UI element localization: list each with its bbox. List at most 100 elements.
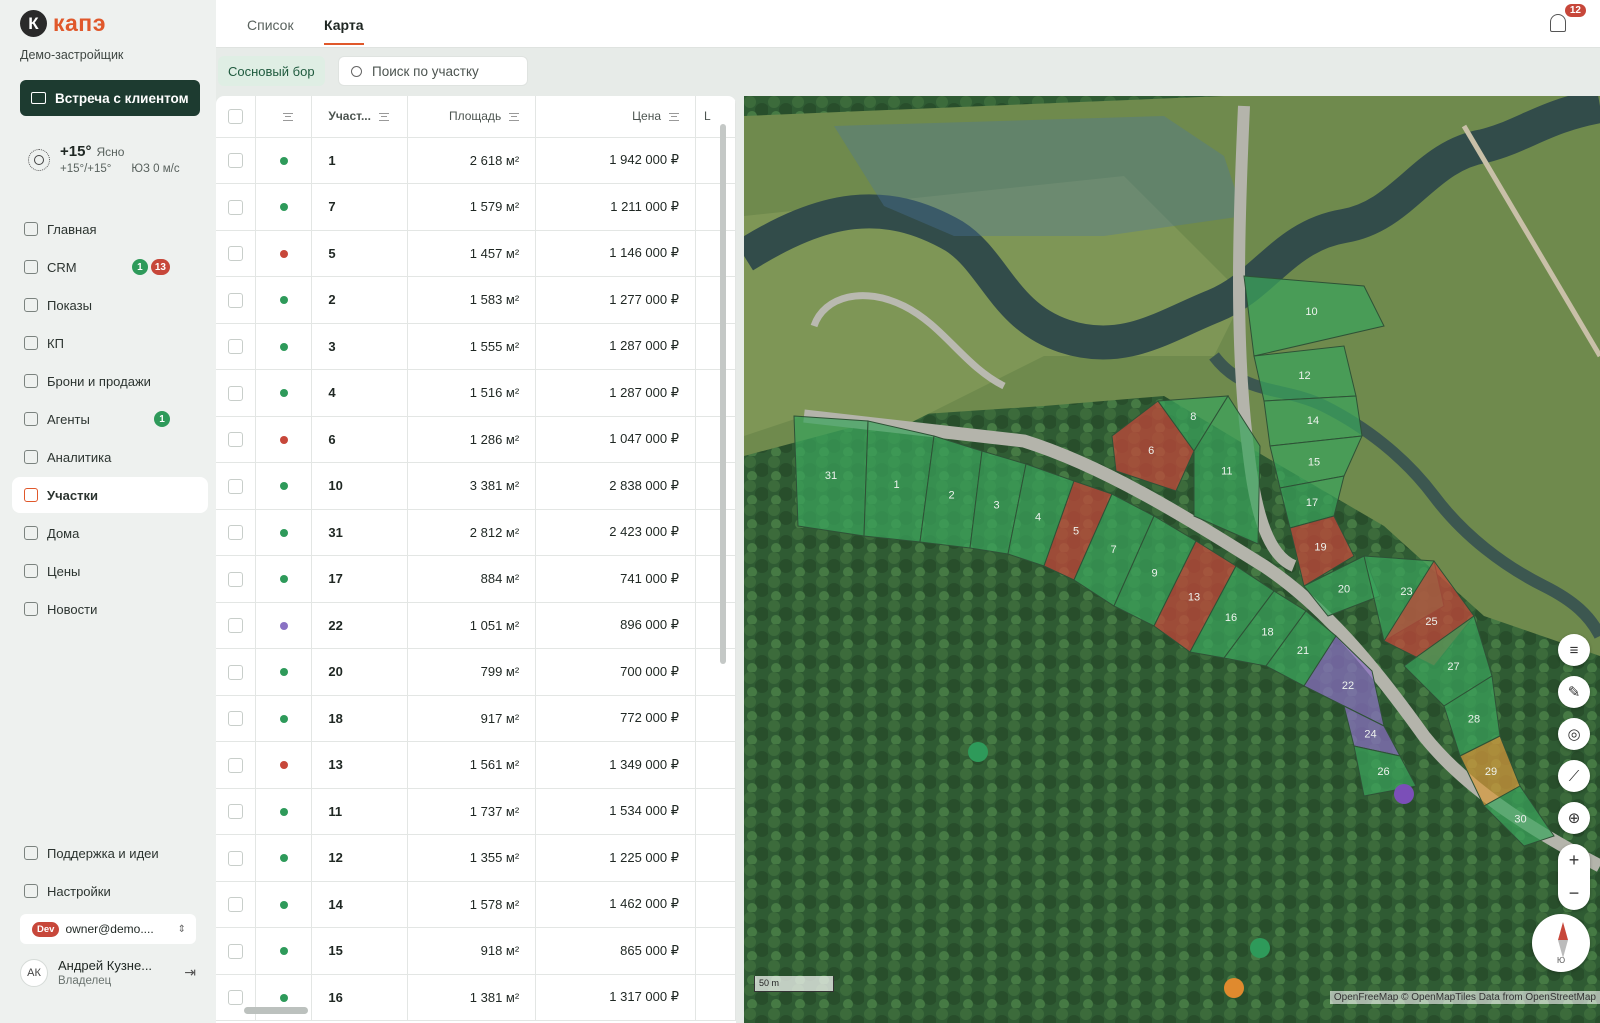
- account-select[interactable]: Dev owner@demo.... ⇕: [20, 914, 196, 944]
- row-checkbox[interactable]: [228, 664, 244, 680]
- filter-icon[interactable]: [509, 113, 520, 122]
- row-select-cell[interactable]: [216, 462, 257, 510]
- row-checkbox[interactable]: [228, 199, 244, 215]
- table-row[interactable]: 12 618 м² 1 942 000 ₽: [216, 137, 736, 184]
- row-select-cell[interactable]: [216, 323, 257, 370]
- layers-icon[interactable]: ≡: [1558, 634, 1590, 666]
- meet-client-button[interactable]: Встреча с клиентом: [20, 80, 200, 116]
- table-row[interactable]: 12 1 355 м² 1 225 000 ₽: [216, 834, 736, 882]
- row-checkbox[interactable]: [228, 339, 244, 355]
- locate-icon[interactable]: ⊕: [1558, 802, 1590, 834]
- table-row[interactable]: 22 1 051 м² 896 000 ₽: [216, 602, 736, 649]
- map-canvas[interactable]: 3112345791316182122242668111012141517192…: [744, 96, 1600, 1023]
- filter-icon[interactable]: [282, 113, 293, 122]
- row-select-cell[interactable]: [216, 555, 257, 603]
- row-select-cell[interactable]: [216, 741, 257, 789]
- row-checkbox[interactable]: [228, 525, 244, 541]
- app-logo[interactable]: К капэ: [20, 10, 106, 37]
- area-header[interactable]: Площадь: [407, 96, 537, 138]
- table-row[interactable]: 17 884 м² 741 000 ₽: [216, 555, 736, 603]
- status-header[interactable]: [255, 96, 313, 138]
- tab-map[interactable]: Карта: [324, 17, 364, 45]
- select-all-checkbox[interactable]: [228, 108, 244, 124]
- search-input[interactable]: [372, 63, 522, 79]
- plot-search[interactable]: [338, 56, 528, 86]
- zoom-in-button[interactable]: +: [1558, 844, 1590, 877]
- table-row[interactable]: 21 583 м² 1 277 000 ₽: [216, 276, 736, 324]
- extra-header[interactable]: L: [695, 96, 736, 138]
- table-vertical-scrollbar[interactable]: [720, 124, 726, 664]
- table-row[interactable]: 61 286 м² 1 047 000 ₽: [216, 416, 736, 463]
- sidebar-item-news[interactable]: Новости: [12, 591, 208, 627]
- table-row[interactable]: 71 579 м² 1 211 000 ₽: [216, 183, 736, 231]
- sidebar-item-home[interactable]: Главная: [12, 211, 208, 247]
- bell-icon[interactable]: [1550, 14, 1566, 32]
- row-checkbox[interactable]: [228, 990, 244, 1006]
- row-select-cell[interactable]: [216, 648, 257, 696]
- map-attribution[interactable]: OpenFreeMap © OpenMapTiles Data from Ope…: [1329, 991, 1600, 1004]
- row-checkbox[interactable]: [228, 478, 244, 494]
- table-row[interactable]: 13 1 561 м² 1 349 000 ₽: [216, 741, 736, 789]
- row-select-cell[interactable]: [216, 881, 257, 928]
- sidebar-item-houses[interactable]: Дома: [12, 515, 208, 551]
- row-checkbox[interactable]: [228, 153, 244, 169]
- row-checkbox[interactable]: [228, 385, 244, 401]
- sidebar-item-kp[interactable]: КП: [12, 325, 208, 361]
- map-view[interactable]: 31 1 2 3 4 5 7 9 13 16 18 21 22 24 26 6 8 11 10 12 14 15 17 19 2…: [744, 96, 1600, 1023]
- row-select-cell[interactable]: [216, 230, 257, 277]
- sidebar-item-prices[interactable]: Цены: [12, 553, 208, 589]
- sidebar-item-crm[interactable]: CRM 1 13: [12, 249, 208, 285]
- sidebar-item-showings[interactable]: Показы: [12, 287, 208, 323]
- table-row[interactable]: 15 918 м² 865 000 ₽: [216, 927, 736, 975]
- table-row[interactable]: 18 917 м² 772 000 ₽: [216, 695, 736, 742]
- sidebar-item-bookings[interactable]: Брони и продажи: [12, 363, 208, 399]
- filter-icon[interactable]: [669, 113, 679, 122]
- plot-header[interactable]: Участ...: [311, 96, 409, 138]
- row-select-cell[interactable]: [216, 788, 257, 835]
- sidebar-item-plots[interactable]: Участки: [12, 477, 208, 513]
- table-horizontal-scrollbar[interactable]: [244, 1007, 308, 1014]
- table-row[interactable]: 11 1 737 м² 1 534 000 ₽: [216, 788, 736, 835]
- row-checkbox[interactable]: [228, 757, 244, 773]
- table-row[interactable]: 31 555 м² 1 287 000 ₽: [216, 323, 736, 370]
- zoom-out-button[interactable]: −: [1558, 877, 1590, 910]
- row-select-cell[interactable]: [216, 369, 257, 417]
- row-checkbox[interactable]: [228, 897, 244, 913]
- row-checkbox[interactable]: [228, 711, 244, 727]
- filter-icon[interactable]: [378, 113, 389, 122]
- row-select-cell[interactable]: [216, 276, 257, 324]
- sidebar-item-agents[interactable]: Агенты 1: [12, 401, 208, 437]
- row-select-cell[interactable]: [216, 602, 257, 649]
- project-filter-chip[interactable]: Сосновый бор: [218, 56, 325, 86]
- row-select-cell[interactable]: [216, 834, 257, 882]
- row-select-cell[interactable]: [216, 137, 257, 184]
- table-row[interactable]: 14 1 578 м² 1 462 000 ₽: [216, 881, 736, 928]
- table-row[interactable]: 31 2 812 м² 2 423 000 ₽: [216, 509, 736, 556]
- ruler-icon[interactable]: ⟋: [1558, 760, 1590, 792]
- table-row[interactable]: 51 457 м² 1 146 000 ₽: [216, 230, 736, 277]
- table-row[interactable]: 20 799 м² 700 000 ₽: [216, 648, 736, 696]
- row-checkbox[interactable]: [228, 432, 244, 448]
- row-select-cell[interactable]: [216, 509, 257, 556]
- row-select-cell[interactable]: [216, 695, 257, 742]
- select-all-cell[interactable]: [216, 96, 257, 138]
- tab-list[interactable]: Список: [247, 17, 294, 33]
- sidebar-item-support[interactable]: Поддержка и идеи: [12, 835, 208, 871]
- row-checkbox[interactable]: [228, 850, 244, 866]
- price-header[interactable]: Цена: [535, 96, 696, 138]
- row-checkbox[interactable]: [228, 943, 244, 959]
- draw-icon[interactable]: ✎: [1558, 676, 1590, 708]
- row-checkbox[interactable]: [228, 246, 244, 262]
- compass-icon[interactable]: ◎: [1558, 718, 1590, 750]
- sidebar-item-settings[interactable]: Настройки: [12, 873, 208, 909]
- row-checkbox[interactable]: [228, 618, 244, 634]
- row-select-cell[interactable]: [216, 927, 257, 975]
- row-checkbox[interactable]: [228, 292, 244, 308]
- compass-control[interactable]: Ю: [1532, 914, 1590, 972]
- table-row[interactable]: 10 3 381 м² 2 838 000 ₽: [216, 462, 736, 510]
- logout-icon[interactable]: ⇥: [184, 964, 196, 981]
- row-select-cell[interactable]: [216, 183, 257, 231]
- row-select-cell[interactable]: [216, 416, 257, 463]
- row-checkbox[interactable]: [228, 804, 244, 820]
- sidebar-item-analytics[interactable]: Аналитика: [12, 439, 208, 475]
